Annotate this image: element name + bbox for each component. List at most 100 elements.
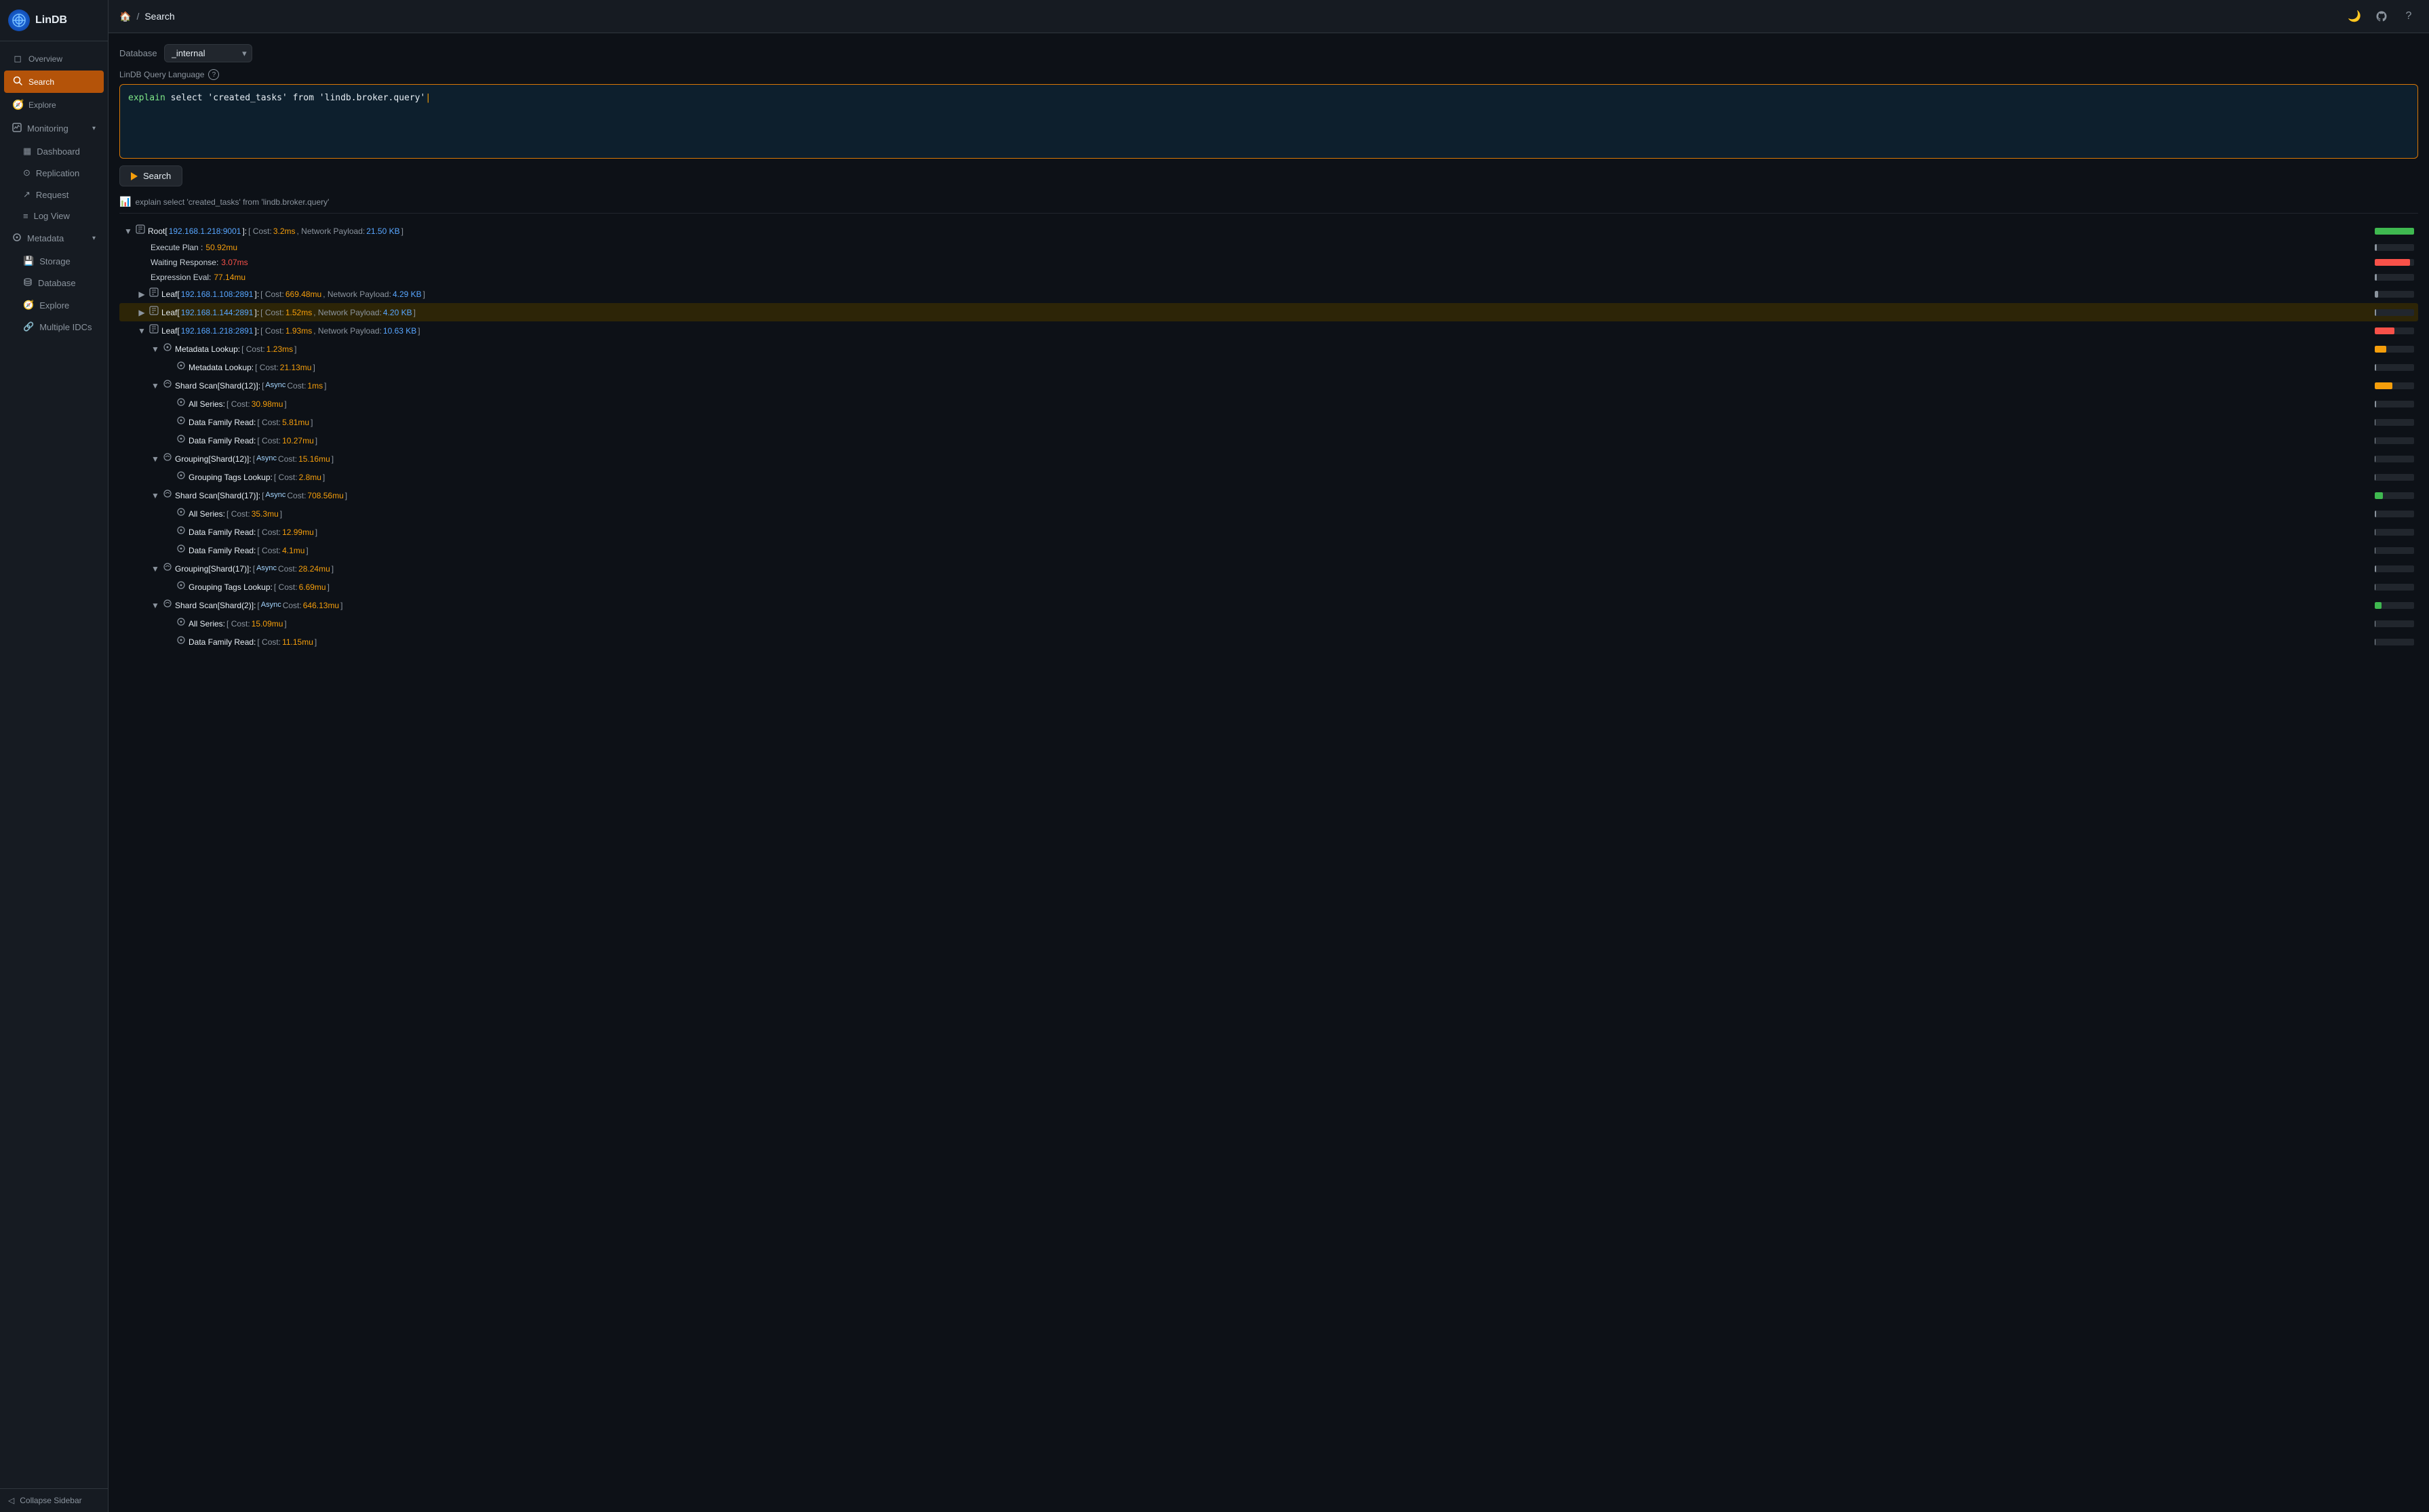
result-label: 📊 explain select 'created_tasks' from 'l…	[119, 196, 2418, 214]
sidebar-item-dashboard[interactable]: ▦ Dashboard	[4, 141, 104, 161]
sidebar-item-overview[interactable]: ◻ Overview	[4, 47, 104, 70]
logo: LinDB	[0, 0, 108, 41]
topbar-title-area: 🏠 / Search	[119, 11, 175, 22]
tree-row-all-series-17: All Series: [ Cost: 35.3mu ]	[119, 504, 2418, 523]
database-select-wrapper[interactable]: _internal	[164, 44, 252, 62]
play-icon	[131, 172, 138, 180]
tree-row-dfr-2a: Data Family Read: [ Cost: 11.15mu ]	[119, 633, 2418, 651]
multiple-idcs-icon: 🔗	[23, 321, 34, 332]
tree-row-dfr-17b: Data Family Read: [ Cost: 4.1mu ]	[119, 541, 2418, 559]
sidebar-item-search[interactable]: Search	[4, 71, 104, 93]
exec-plan-bar	[2375, 244, 2414, 251]
logo-icon	[8, 9, 30, 31]
leaf2-bar	[2375, 309, 2414, 316]
tree-row-waiting: Waiting Response: 3.07ms	[119, 255, 2418, 270]
query-plan-tree: ▼ Root[192.168.1.218:9001]: [ Cost: 3.2m…	[119, 222, 2418, 651]
chart-icon: 📊	[119, 196, 131, 207]
tree-row-grouping-12[interactable]: ▼ Grouping[Shard(12)]: [ Async Cost: 15.…	[119, 450, 2418, 468]
meta-lookup-toggle[interactable]: ▼	[151, 344, 160, 354]
database-select[interactable]: _internal	[164, 44, 252, 62]
tree-row-root[interactable]: ▼ Root[192.168.1.218:9001]: [ Cost: 3.2m…	[119, 222, 2418, 240]
sidebar-item-storage[interactable]: 💾 Storage	[4, 251, 104, 271]
leaf1-toggle[interactable]: ▶	[137, 290, 146, 299]
shard-scan-12-toggle[interactable]: ▼	[151, 381, 160, 391]
sidebar-item-explore-meta[interactable]: 🧭 Explore	[4, 295, 104, 315]
root-toggle[interactable]: ▼	[123, 226, 133, 236]
sidebar-item-request[interactable]: ↗ Request	[4, 184, 104, 205]
tree-row-leaf2[interactable]: ▶ Leaf[192.168.1.144:2891]: [ Cost: 1.52…	[119, 303, 2418, 321]
meta-lookup-icon	[163, 342, 172, 355]
topbar-actions: 🌙 ?	[2345, 7, 2418, 26]
database-label: Database	[119, 48, 157, 58]
explore-meta-icon: 🧭	[23, 300, 34, 311]
tree-row-meta-lookup-1: Metadata Lookup: [ Cost: 21.13mu ]	[119, 358, 2418, 376]
meta-lookup-bar	[2375, 346, 2414, 353]
root-node-text: Root[192.168.1.218:9001]: [ Cost: 3.2ms …	[148, 225, 2375, 237]
replication-icon: ⊙	[23, 167, 31, 178]
shard-scan-12-text: Shard Scan[Shard(12)]: [ Async Cost: 1ms…	[175, 380, 2375, 392]
storage-icon: 💾	[23, 256, 34, 266]
tree-row-dfr-12b: Data Family Read: [ Cost: 10.27mu ]	[119, 431, 2418, 450]
sidebar-item-multiple-idcs[interactable]: 🔗 Multiple IDCs	[4, 317, 104, 337]
home-icon[interactable]: 🏠	[119, 11, 131, 22]
monitoring-group-header[interactable]: Monitoring ▾	[4, 117, 104, 140]
sidebar-item-explore[interactable]: 🧭 Explore	[4, 94, 104, 116]
request-icon: ↗	[23, 189, 31, 200]
collapse-icon: ◁	[8, 1496, 14, 1505]
nav: ◻ Overview Search 🧭 Explore	[0, 41, 108, 1488]
shard-scan-12-icon	[163, 379, 172, 392]
logview-icon: ≡	[23, 211, 28, 221]
shard-scan-12-bar	[2375, 382, 2414, 389]
tree-row-shard-scan-17[interactable]: ▼ Shard Scan[Shard(17)]: [ Async Cost: 7…	[119, 486, 2418, 504]
sidebar-item-logview[interactable]: ≡ Log View	[4, 206, 104, 226]
query-editor[interactable]: explain select 'created_tasks' from 'lin…	[119, 84, 2418, 159]
nav-group-monitoring: Monitoring ▾ ▦ Dashboard ⊙ Replication ↗…	[0, 117, 108, 226]
leaf3-node-text: Leaf[192.168.1.218:2891]: [ Cost: 1.93ms…	[161, 325, 2375, 337]
tree-row-leaf1[interactable]: ▶ Leaf[192.168.1.108:2891]: [ Cost: 669.…	[119, 285, 2418, 303]
meta-lookup-1-text: Metadata Lookup: [ Cost: 21.13mu ]	[189, 361, 2375, 374]
tree-row-grouping-17[interactable]: ▼ Grouping[Shard(17)]: [ Async Cost: 28.…	[119, 559, 2418, 578]
linql-label: LinDB Query Language ?	[119, 69, 2418, 80]
topbar: 🏠 / Search 🌙 ?	[108, 0, 2429, 33]
linql-help-button[interactable]: ?	[208, 69, 219, 80]
leaf2-node-text: Leaf[192.168.1.144:2891]: [ Cost: 1.52ms…	[161, 306, 2375, 319]
content-area: Database _internal LinDB Query Language …	[108, 33, 2429, 1512]
tree-row-shard-scan-2[interactable]: ▼ Shard Scan[Shard(2)]: [ Async Cost: 64…	[119, 596, 2418, 614]
tree-row-meta-lookup-group[interactable]: ▼ Metadata Lookup: [ Cost: 1.23ms ]	[119, 340, 2418, 358]
tree-row-expr-eval: Expression Eval: 77.14mu	[119, 270, 2418, 285]
monitoring-icon	[12, 123, 22, 134]
leaf3-toggle[interactable]: ▼	[137, 326, 146, 336]
metadata-chevron-icon: ▾	[92, 235, 96, 242]
sidebar-item-replication[interactable]: ⊙ Replication	[4, 163, 104, 183]
tree-row-grouping-tags-17: Grouping Tags Lookup: [ Cost: 6.69mu ]	[119, 578, 2418, 596]
database-row: Database _internal	[119, 44, 2418, 62]
sidebar-item-database[interactable]: Database	[4, 273, 104, 294]
overview-icon: ◻	[12, 53, 23, 64]
tree-row-all-series-2: All Series: [ Cost: 15.09mu ]	[119, 614, 2418, 633]
tree-row-exec-plan: Execute Plan : 50.92mu	[119, 240, 2418, 255]
waiting-bar	[2375, 259, 2414, 266]
help-button[interactable]: ?	[2399, 7, 2418, 26]
leaf3-node-icon	[149, 324, 159, 337]
meta-lookup-text: Metadata Lookup: [ Cost: 1.23ms ]	[175, 343, 2375, 355]
explore-icon: 🧭	[12, 99, 23, 111]
leaf1-node-text: Leaf[192.168.1.108:2891]: [ Cost: 669.48…	[161, 288, 2375, 300]
github-button[interactable]	[2372, 7, 2391, 26]
tree-row-grouping-tags-12: Grouping Tags Lookup: [ Cost: 2.8mu ]	[119, 468, 2418, 486]
page-title: Search	[144, 11, 174, 22]
nav-group-metadata: Metadata ▾ 💾 Storage Database	[0, 226, 108, 338]
search-button[interactable]: Search	[119, 165, 182, 186]
leaf1-node-icon	[149, 287, 159, 300]
metadata-group-header[interactable]: Metadata ▾	[4, 227, 104, 250]
root-node-icon	[136, 224, 145, 237]
app-name: LinDB	[35, 14, 67, 26]
dark-mode-button[interactable]: 🌙	[2345, 7, 2364, 26]
tree-row-leaf3[interactable]: ▼ Leaf[192.168.1.218:2891]: [ Cost: 1.93…	[119, 321, 2418, 340]
tree-row-dfr-12a: Data Family Read: [ Cost: 5.81mu ]	[119, 413, 2418, 431]
tree-row-shard-scan-12[interactable]: ▼ Shard Scan[Shard(12)]: [ Async Cost: 1…	[119, 376, 2418, 395]
leaf2-node-icon	[149, 306, 159, 319]
leaf2-toggle[interactable]: ▶	[137, 308, 146, 317]
meta-lookup-1-icon	[176, 361, 186, 374]
collapse-sidebar-button[interactable]: ◁ Collapse Sidebar	[0, 1488, 108, 1512]
dashboard-icon: ▦	[23, 146, 31, 157]
